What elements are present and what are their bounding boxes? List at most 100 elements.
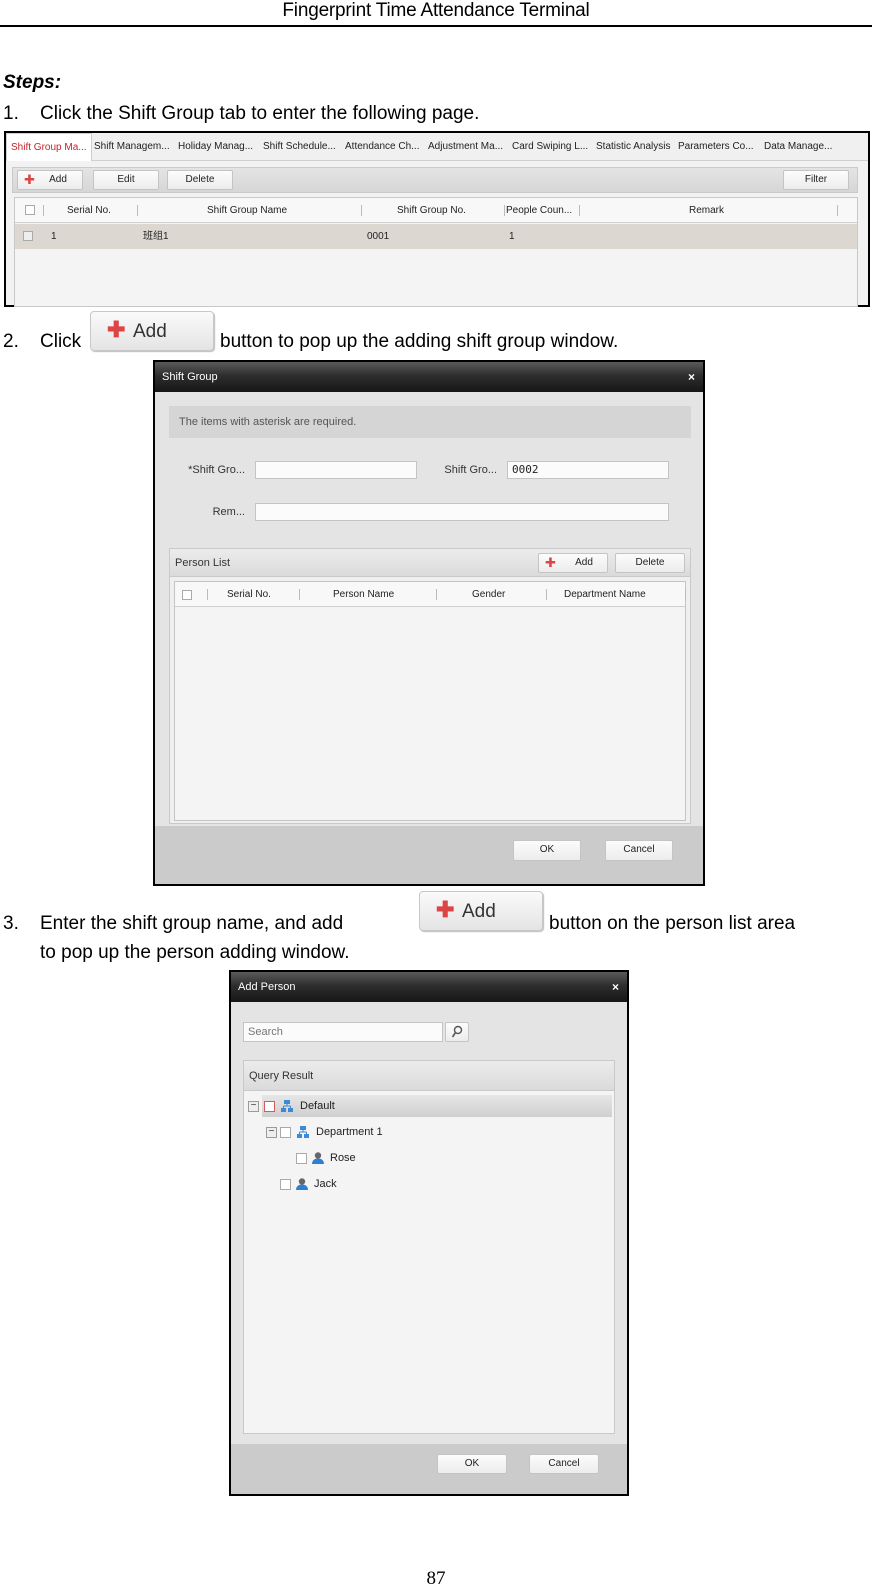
step-number: 3. [3,913,19,934]
column-separator [685,589,686,600]
tree-node-department-1[interactable]: − Department 1 [266,1121,566,1143]
search-input[interactable] [243,1022,443,1042]
delete-person-button[interactable]: Delete [615,553,685,573]
column-separator [436,589,437,600]
collapse-icon[interactable]: − [266,1127,277,1138]
tab-parameters-config[interactable]: Parameters Co... [678,133,754,161]
dialog-footer: OK Cancel [231,1444,627,1494]
tree-node-label: Rose [330,1152,356,1164]
step-text-after: button on the person list area [549,913,796,934]
column-separator [43,205,44,216]
dialog-title: Shift Group [162,371,218,383]
person-icon [312,1152,324,1164]
column-separator [546,589,547,600]
plus-icon: ✚ [436,897,455,922]
search-icon [451,1025,463,1038]
shift-group-table: Serial No. Shift Group Name Shift Group … [14,197,858,307]
tree-node-label: Department 1 [316,1126,383,1138]
organization-icon [297,1126,309,1138]
tab-shift-group[interactable]: Shift Group Ma... [6,133,92,161]
ok-button[interactable]: OK [437,1454,507,1474]
dialog-title-bar: Shift Group × [155,362,703,392]
tree-checkbox[interactable] [280,1127,291,1138]
delete-button[interactable]: Delete [167,170,233,190]
tab-card-swiping-log[interactable]: Card Swiping L... [512,133,588,161]
remark-input[interactable] [255,503,669,521]
tree-checkbox[interactable] [264,1101,275,1112]
step-text-line2: to pop up the person adding window. [40,942,350,963]
ok-button[interactable]: OK [513,840,581,861]
column-department-name[interactable]: Department Name [564,582,646,607]
dialog-footer: OK Cancel [155,826,703,884]
query-result-panel: Query Result − Default − Department 1 Ro… [243,1060,615,1434]
column-shift-group-name[interactable]: Shift Group Name [207,198,287,223]
tab-statistic-analysis[interactable]: Statistic Analysis [596,133,670,161]
tree-node-default[interactable]: − Default [248,1095,612,1117]
shift-group-name-input[interactable] [255,461,417,479]
select-all-checkbox[interactable] [25,205,35,215]
cancel-button[interactable]: Cancel [529,1454,599,1474]
tree-checkbox[interactable] [296,1153,307,1164]
shift-group-no-input[interactable]: 0002 [507,461,669,479]
cell-group-no: 0001 [367,231,390,242]
person-icon [296,1178,308,1190]
cancel-button[interactable]: Cancel [605,840,673,861]
page-header: Fingerprint Time Attendance Terminal [0,0,872,27]
column-separator [361,205,362,216]
step-number: 2. [3,331,19,352]
step-text: Click the Shift Group tab to enter the f… [40,103,480,124]
column-serial-no[interactable]: Serial No. [67,198,111,223]
tab-adjustment-management[interactable]: Adjustment Ma... [428,133,503,161]
tab-holiday-management[interactable]: Holiday Manag... [178,133,253,161]
step-text-after: button to pop up the adding shift group … [220,331,619,352]
edit-button[interactable]: Edit [93,170,159,190]
tree-checkbox[interactable] [280,1179,291,1190]
step-text-before: Click [40,331,82,352]
column-remark[interactable]: Remark [689,198,724,223]
plus-icon: ✚ [107,317,126,342]
table-row[interactable]: 1 班组1 0001 1 [15,224,857,249]
steps-label: Steps: [3,72,62,93]
dialog-title: Add Person [238,981,296,993]
column-separator [207,589,208,600]
cell-people-count: 1 [509,231,515,242]
column-serial-no[interactable]: Serial No. [227,582,271,607]
cell-serial: 1 [51,231,57,242]
column-separator [299,589,300,600]
tab-data-management[interactable]: Data Manage... [764,133,832,161]
tree-node-rose[interactable]: Rose [296,1147,496,1169]
column-separator [579,205,580,216]
column-shift-group-no[interactable]: Shift Group No. [397,198,466,223]
person-list-title: Person List [175,557,231,569]
search-button[interactable] [445,1022,469,1042]
shift-group-name-label: *Shift Gro... [188,464,245,476]
organization-icon [281,1100,293,1112]
tree-node-jack[interactable]: Jack [280,1173,480,1195]
add-button[interactable]: ✚ Add [17,170,83,190]
tab-shift-management[interactable]: Shift Managem... [94,133,170,161]
select-all-checkbox[interactable] [182,590,192,600]
person-list-header: Person List [170,549,690,577]
person-list-panel: Person List ✚ Add Delete Serial No. Pers… [169,548,691,824]
collapse-icon[interactable]: − [248,1101,259,1112]
tab-attendance-check[interactable]: Attendance Ch... [345,133,420,161]
tab-shift-schedule[interactable]: Shift Schedule... [263,133,336,161]
page-number: 87 [426,1568,446,1589]
tree-node-label: Jack [314,1178,337,1190]
cell-name: 班组1 [143,231,169,242]
person-table: Serial No. Person Name Gender Department… [174,581,686,821]
shift-group-no-label: Shift Gro... [444,464,497,476]
step-number: 1. [3,103,19,124]
close-icon[interactable]: × [688,362,695,392]
column-person-name[interactable]: Person Name [333,582,394,607]
table-header: Serial No. Person Name Gender Department… [175,582,686,607]
add-person-button[interactable]: ✚ Add [538,553,608,573]
column-people-count[interactable]: People Coun... [506,198,572,223]
plus-icon: ✚ [545,555,556,570]
remark-label: Rem... [212,506,245,518]
filter-button[interactable]: Filter [783,170,849,190]
column-gender[interactable]: Gender [472,582,505,607]
tab-bar: Shift Group Ma... Shift Managem... Holid… [6,133,868,161]
close-icon[interactable]: × [612,972,619,1002]
row-checkbox[interactable] [23,231,33,241]
